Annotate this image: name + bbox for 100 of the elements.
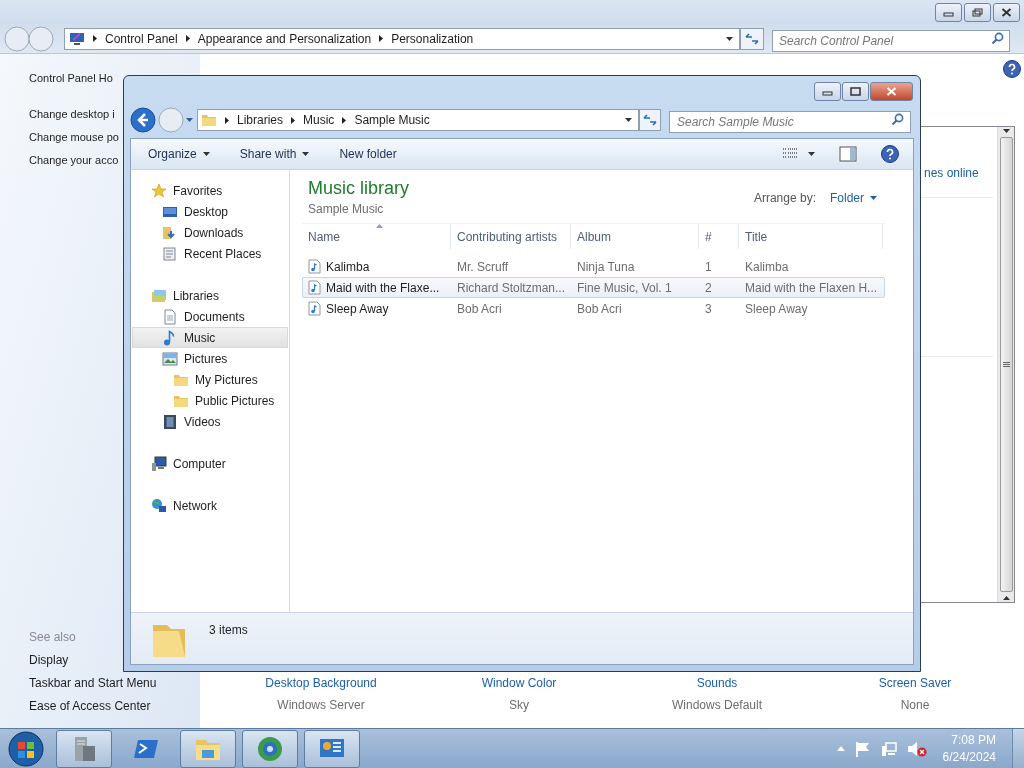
nav-item[interactable]: Music: [132, 327, 288, 348]
downloads-icon: [162, 224, 178, 241]
toolbar-button[interactable]: New folder: [339, 145, 397, 163]
table-cell-text: 1: [705, 258, 712, 276]
nav-item[interactable]: Documents: [132, 306, 288, 327]
audio-file-icon: [308, 301, 321, 316]
pane-link[interactable]: Change your acco: [29, 152, 119, 168]
column-header[interactable]: Name: [302, 224, 451, 249]
arrange-dropdown[interactable]: Folder: [830, 189, 877, 207]
table-cell-text: Maid with the Flaxe...: [326, 279, 440, 297]
forward-button[interactable]: [28, 25, 54, 52]
pane-link[interactable]: Display: [29, 652, 69, 668]
minimize-button[interactable]: [935, 3, 962, 22]
network-icon[interactable]: [880, 740, 897, 757]
taskbar-button[interactable]: [56, 729, 112, 768]
pane-link[interactable]: Taskbar and Start Menu: [29, 675, 157, 691]
recent-places-icon: [162, 245, 178, 262]
flag-icon[interactable]: [854, 740, 871, 757]
file-row[interactable]: Kalimba Mr. Scruff Ninja Tuna 1 Kalimba: [302, 256, 885, 277]
table-cell-text: Kalimba: [326, 258, 370, 276]
column-header[interactable]: Contributing artists: [451, 224, 571, 249]
chevron-icon: [93, 35, 97, 42]
nav-item[interactable]: Favorites: [132, 180, 288, 201]
chevron-icon: [185, 35, 190, 42]
search-icon: [991, 31, 1004, 45]
caret-icon: [870, 196, 877, 200]
minimize-button[interactable]: [814, 82, 841, 101]
taskbar-button[interactable]: [180, 729, 236, 768]
scrollbar[interactable]: [997, 127, 1014, 602]
table-cell-text: Richard Stoltzman...: [457, 279, 566, 297]
refresh-button[interactable]: [740, 27, 764, 50]
themes-link[interactable]: nes online: [924, 165, 979, 181]
refresh-icon: [745, 32, 759, 45]
sort-arrow-icon: [376, 224, 383, 228]
pane-link[interactable]: Ease of Access Center: [29, 698, 151, 714]
column-header[interactable]: Album: [571, 224, 699, 249]
search-icon: [891, 113, 904, 126]
nav-item[interactable]: My Pictures: [132, 369, 288, 390]
table-cell-text: 3: [705, 300, 712, 318]
taskbar-button[interactable]: [304, 729, 360, 768]
table-cell-text: Fine Music, Vol. 1: [577, 279, 672, 297]
close-button[interactable]: [870, 82, 913, 101]
table-cell-text: Mr. Scruff: [457, 258, 509, 276]
nav-item[interactable]: Downloads: [132, 222, 288, 243]
setting-link[interactable]: Window Color: [481, 674, 557, 692]
taskbar-button[interactable]: [242, 729, 298, 768]
document-icon: [162, 308, 178, 325]
column-header[interactable]: Title: [739, 224, 883, 249]
nav-item[interactable]: Libraries: [132, 285, 288, 306]
address-bar[interactable]: Libraries Music Sample Music: [197, 109, 639, 131]
pane-link[interactable]: Change desktop i: [29, 106, 115, 122]
show-desktop-button[interactable]: [1012, 728, 1024, 768]
breadcrumb[interactable]: Control Panel: [105, 29, 178, 48]
setting-link[interactable]: Desktop Background: [265, 674, 377, 692]
pane-link[interactable]: Control Panel Ho: [29, 70, 113, 86]
toolbar-button[interactable]: Organize: [148, 145, 210, 163]
file-row[interactable]: Sleep Away Bob Acri Bob Acri 3 Sleep Away: [302, 298, 885, 319]
computer-icon: [151, 455, 167, 472]
breadcrumb[interactable]: Appearance and Personalization: [197, 29, 372, 48]
back-button[interactable]: [130, 107, 156, 133]
toolbar-button[interactable]: Share with: [239, 145, 310, 163]
help-icon[interactable]: [881, 145, 899, 163]
nav-item[interactable]: Pictures: [132, 348, 288, 369]
breadcrumb[interactable]: Sample Music: [354, 111, 430, 129]
nav-item[interactable]: Computer: [132, 453, 288, 474]
table-cell-text: Sleep Away: [326, 300, 389, 318]
breadcrumb[interactable]: Personalization: [391, 29, 474, 48]
chevron-icon: [379, 35, 384, 42]
table-cell-text: Sleep Away: [745, 300, 808, 318]
close-button[interactable]: [993, 3, 1020, 22]
library-subtitle: Sample Music: [308, 201, 385, 218]
nav-item[interactable]: Desktop: [132, 201, 288, 222]
address-bar[interactable]: Control Panel Appearance and Personalization Personalization: [64, 27, 740, 50]
search-field[interactable]: Search Sample Music: [669, 111, 911, 133]
column-header[interactable]: #: [699, 224, 739, 249]
nav-item[interactable]: Public Pictures: [132, 390, 288, 411]
preview-pane-icon[interactable]: [839, 146, 857, 162]
restore-button[interactable]: [964, 3, 991, 22]
help-icon[interactable]: [1003, 60, 1021, 78]
pane-link[interactable]: Change mouse po: [29, 129, 119, 145]
show-hidden-icons-icon[interactable]: [836, 746, 845, 751]
monitor-icon: [69, 31, 85, 46]
nav-item[interactable]: Network: [132, 495, 288, 516]
breadcrumb[interactable]: Libraries: [237, 111, 284, 129]
start-button[interactable]: [6, 729, 46, 768]
dropdown-icon: [726, 36, 733, 41]
breadcrumb[interactable]: Music: [303, 111, 335, 129]
file-row[interactable]: Maid with the Flaxe... Richard Stoltzman... Fine Music, Vol. 1 2 Maid with the Flaxen H...: [302, 277, 885, 298]
maximize-button[interactable]: [842, 82, 869, 101]
nav-item[interactable]: Recent Places: [132, 243, 288, 264]
search-field[interactable]: Search Control Panel: [772, 29, 1010, 52]
speaker-muted-icon[interactable]: [906, 740, 927, 757]
refresh-button[interactable]: [639, 109, 661, 131]
view-details-icon[interactable]: [782, 147, 798, 161]
setting-link[interactable]: Sounds: [696, 674, 738, 692]
setting-link[interactable]: Screen Saver: [878, 674, 952, 692]
close-icon: [886, 87, 897, 96]
chevron-icon: [225, 116, 229, 124]
nav-item[interactable]: Videos: [132, 411, 288, 432]
table-cell-text: Kalimba: [745, 258, 789, 276]
